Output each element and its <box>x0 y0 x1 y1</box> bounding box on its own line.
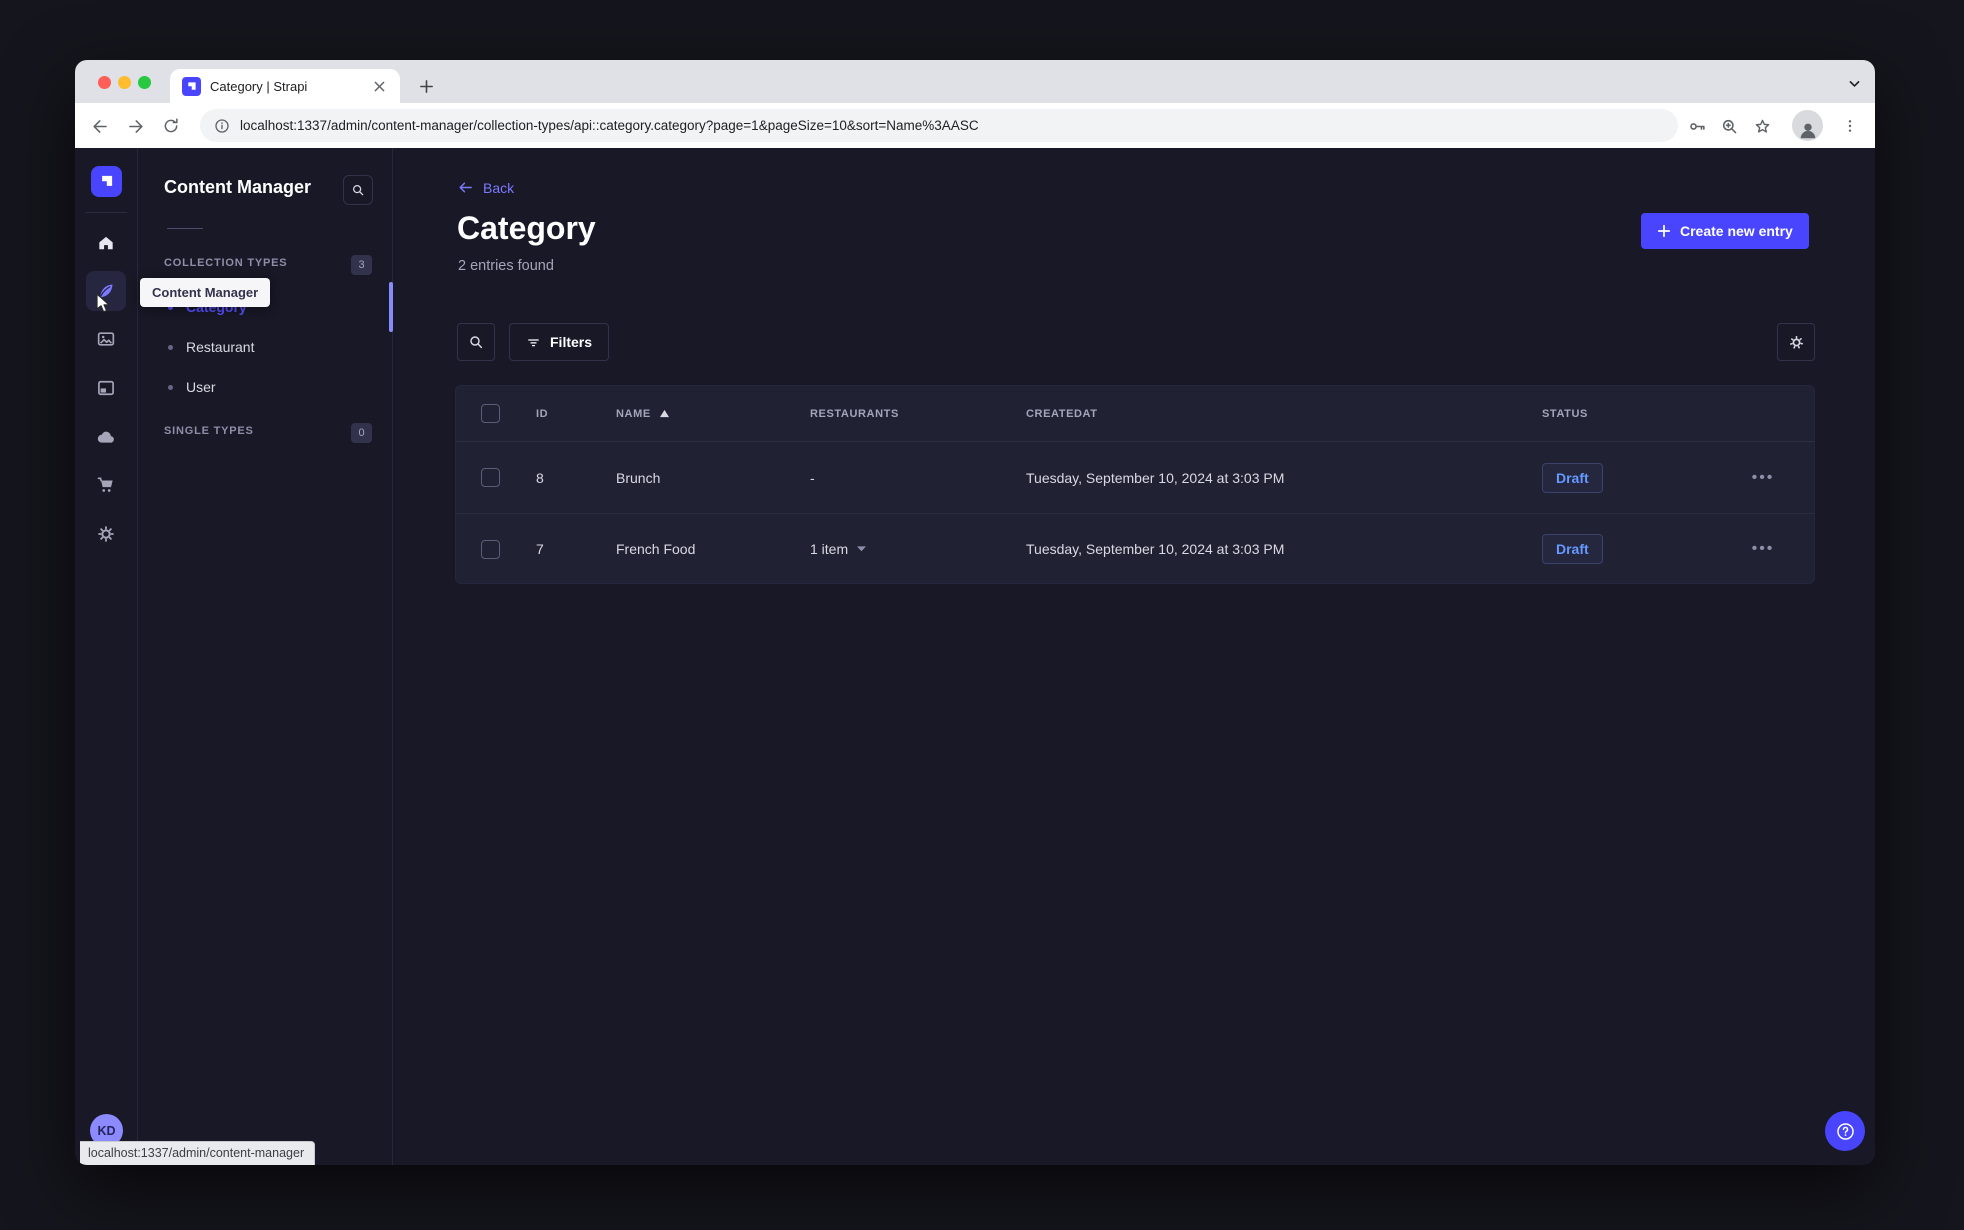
tab-search-chevron-icon[interactable] <box>1841 70 1867 96</box>
row-actions-button[interactable]: ••• <box>1728 469 1798 487</box>
subnav-item-label: Restaurant <box>186 339 255 355</box>
header-createdat[interactable]: CREATEDAT <box>1026 408 1542 420</box>
browser-menu-kebab-icon[interactable] <box>1837 113 1863 139</box>
status-badge: Draft <box>1542 462 1603 493</box>
subnav-divider <box>167 228 203 229</box>
marketplace-cart-icon[interactable] <box>86 465 126 505</box>
browser-profile-avatar[interactable] <box>1792 110 1823 141</box>
content-manager-tooltip: Content Manager <box>140 278 271 307</box>
bullet-icon <box>168 344 173 350</box>
create-new-entry-button[interactable]: Create new entry <box>1641 213 1809 249</box>
minimize-window-button[interactable] <box>118 76 131 89</box>
subnav-item-user[interactable]: User <box>168 375 216 399</box>
back-arrow-icon <box>459 182 472 193</box>
subnav-item-label: User <box>186 379 216 395</box>
question-mark-icon <box>1836 1122 1854 1140</box>
expand-chevron-icon[interactable] <box>856 545 867 553</box>
create-new-entry-label: Create new entry <box>1680 223 1793 239</box>
table-search-button[interactable] <box>457 323 495 361</box>
subnav-title: Content Manager <box>164 177 312 197</box>
rail-divider <box>85 212 127 213</box>
cell-createdat: Tuesday, September 10, 2024 at 3:03 PM <box>1026 469 1285 486</box>
zoom-glass-icon[interactable] <box>1716 113 1742 139</box>
row-checkbox[interactable] <box>481 539 500 559</box>
header-id[interactable]: ID <box>536 408 616 420</box>
cell-id: 8 <box>536 469 544 486</box>
reload-icon[interactable] <box>158 113 184 139</box>
entries-table: ID NAME RESTAURANTS CREATEDAT STATUS 8 B… <box>455 385 1815 584</box>
forward-nav-icon[interactable] <box>122 113 148 139</box>
strapi-favicon <box>182 76 201 96</box>
subnav-item-restaurant[interactable]: Restaurant <box>168 335 254 359</box>
strapi-admin-app: KD Content Manager COLLECTION TYPES 3 Ca… <box>75 148 1875 1165</box>
header-status[interactable]: STATUS <box>1542 408 1728 420</box>
plus-icon <box>1657 224 1671 238</box>
page-title: Category <box>457 210 596 246</box>
table-row[interactable]: 7 French Food 1 item Tuesday, September … <box>456 513 1814 583</box>
settings-gear-icon[interactable] <box>86 514 126 554</box>
url-text: localhost:1337/admin/content-manager/col… <box>240 118 979 133</box>
browser-tabstrip: Category | Strapi <box>75 60 1875 103</box>
back-link[interactable]: Back <box>457 179 514 196</box>
filters-label: Filters <box>550 334 593 350</box>
bookmark-star-icon[interactable] <box>1749 113 1775 139</box>
home-icon[interactable] <box>86 223 126 263</box>
header-restaurants[interactable]: RESTAURANTS <box>810 408 1026 420</box>
back-nav-icon[interactable] <box>87 113 113 139</box>
status-badge: Draft <box>1542 534 1603 564</box>
entries-count: 2 entries found <box>458 258 554 274</box>
select-all-checkbox[interactable] <box>481 404 500 423</box>
new-tab-button[interactable] <box>413 73 439 99</box>
help-button[interactable] <box>1825 1111 1865 1151</box>
view-settings-button[interactable] <box>1777 323 1815 361</box>
header-name[interactable]: NAME <box>616 408 810 420</box>
table-row[interactable]: 8 Brunch - Tuesday, September 10, 2024 a… <box>456 442 1814 513</box>
page-info-icon[interactable] <box>214 118 230 134</box>
collection-types-label: COLLECTION TYPES <box>164 257 288 269</box>
filter-icon <box>528 338 539 346</box>
url-bar[interactable]: localhost:1337/admin/content-manager/col… <box>200 109 1678 142</box>
row-actions-button[interactable]: ••• <box>1728 540 1798 558</box>
mouse-cursor <box>91 292 113 316</box>
table-header-row: ID NAME RESTAURANTS CREATEDAT STATUS <box>456 386 1814 442</box>
single-types-count-badge: 0 <box>351 423 372 443</box>
single-types-label: SINGLE TYPES <box>164 425 254 437</box>
cell-restaurants: 1 item <box>810 541 849 557</box>
sort-asc-icon <box>659 409 669 418</box>
cell-id: 7 <box>536 541 544 557</box>
subnav-search-button[interactable] <box>343 175 373 205</box>
browser-tab[interactable]: Category | Strapi <box>170 69 400 103</box>
close-window-button[interactable] <box>98 76 111 89</box>
cell-name: French Food <box>616 541 696 557</box>
media-library-icon[interactable] <box>86 319 126 359</box>
collection-types-count-badge: 3 <box>351 255 372 275</box>
cell-restaurants: - <box>810 469 815 486</box>
tab-title: Category | Strapi <box>210 78 308 94</box>
main-content: Back Category 2 entries found Create new… <box>393 148 1875 1165</box>
bullet-icon <box>168 384 173 390</box>
maximize-window-button[interactable] <box>138 76 151 89</box>
cloud-icon[interactable] <box>86 417 126 457</box>
back-label: Back <box>483 179 515 196</box>
strapi-logo[interactable] <box>91 166 122 197</box>
link-status-tooltip: localhost:1337/admin/content-manager <box>80 1141 316 1165</box>
cell-createdat: Tuesday, September 10, 2024 at 3:03 PM <box>1026 541 1285 557</box>
password-key-icon[interactable] <box>1684 113 1710 139</box>
browser-toolbar: localhost:1337/admin/content-manager/col… <box>75 103 1875 148</box>
row-checkbox[interactable] <box>481 468 500 487</box>
filters-button[interactable]: Filters <box>509 323 610 361</box>
content-type-builder-icon[interactable] <box>86 368 126 408</box>
header-name-label: NAME <box>616 407 651 420</box>
browser-window: Category | Strapi localhost:1337/admin/c… <box>75 60 1875 1165</box>
tab-close-icon[interactable] <box>370 77 388 95</box>
cell-name: Brunch <box>616 469 661 486</box>
